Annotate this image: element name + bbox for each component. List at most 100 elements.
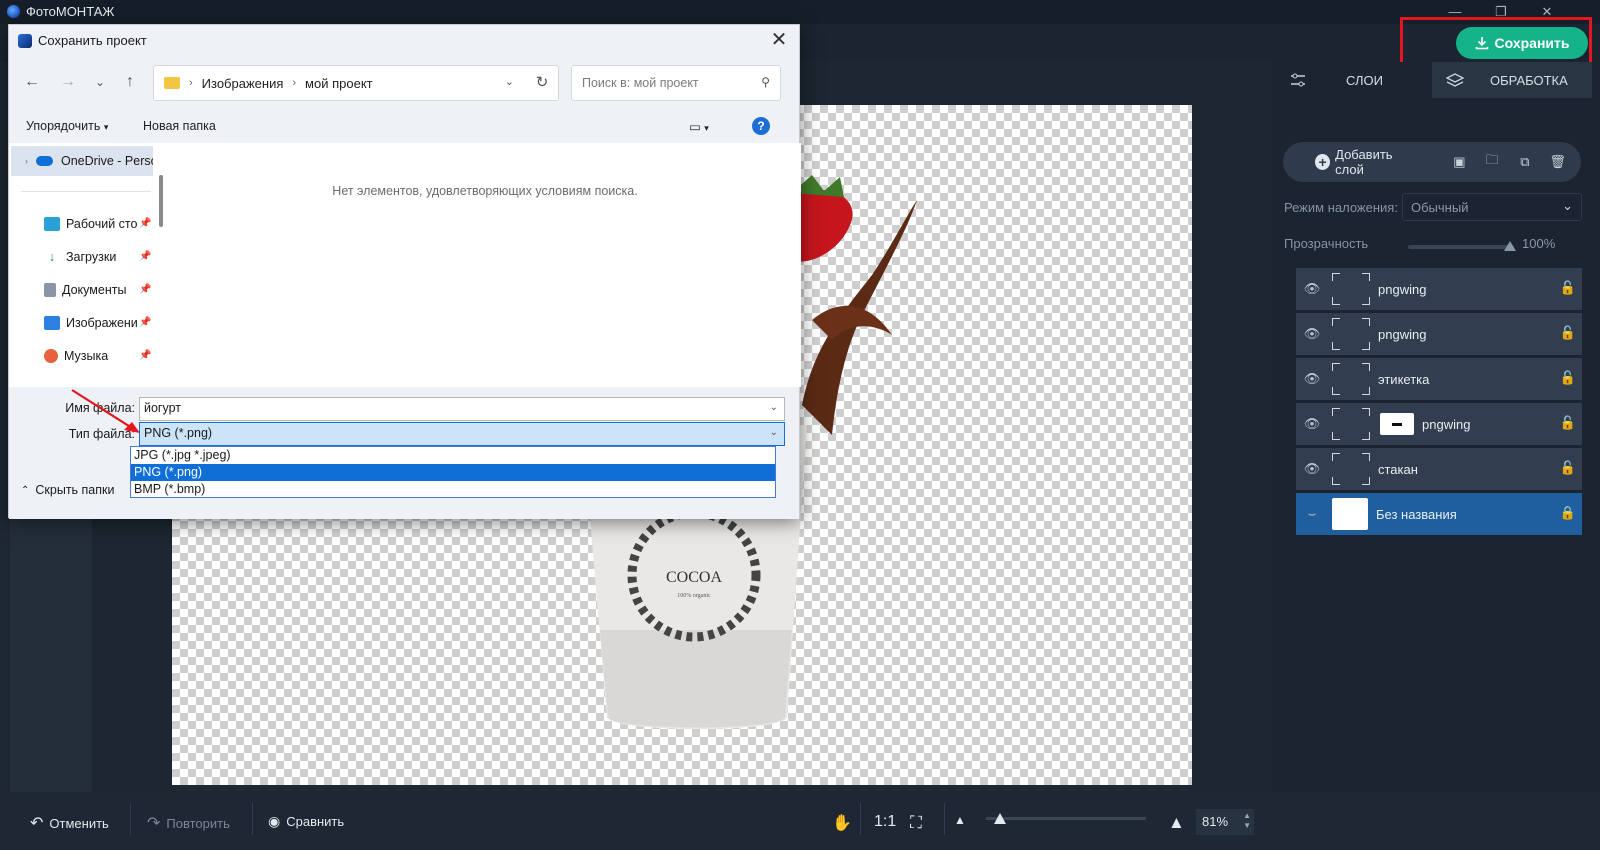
layer-row[interactable]: 👁 pngwing 🔓 (1296, 268, 1582, 310)
desktop-icon (44, 217, 60, 231)
layer-list: 👁 pngwing 🔓 👁 pngwing 🔓 👁 этикетка 🔓 👁 p… (1296, 268, 1582, 538)
unlock-icon[interactable]: 🔓 (1560, 280, 1576, 296)
undo-icon: ↶ (30, 815, 44, 832)
compare-button[interactable]: ◉ Сравнить (268, 813, 344, 830)
pin-icon[interactable]: 📌 (139, 284, 151, 295)
eye-icon[interactable]: 👁 (1296, 326, 1328, 342)
lock-icon[interactable]: 🔒 (1560, 505, 1576, 521)
duplicate-icon[interactable]: ⧉ (1514, 150, 1537, 174)
eye-closed-icon[interactable]: ⌣ (1296, 506, 1328, 522)
layer-row[interactable]: 👁 этикетка 🔓 (1296, 358, 1582, 400)
redo-button[interactable]: ↷ Повторить (147, 813, 230, 833)
eye-icon[interactable]: 👁 (1296, 281, 1328, 297)
breadcrumb-item[interactable]: Изображения (202, 76, 284, 91)
filetype-option-selected[interactable]: PNG (*.png) (131, 464, 775, 481)
search-input[interactable]: Поиск в: мой проект ⚲ (571, 65, 781, 101)
divider (130, 803, 131, 835)
refresh-icon[interactable]: ↻ (532, 73, 552, 93)
filename-input[interactable]: йогурт ⌄ (139, 397, 785, 421)
help-icon[interactable]: ? (752, 117, 770, 135)
trash-icon[interactable]: 🗑 (1546, 150, 1569, 174)
zoom-slider-thumb[interactable] (994, 813, 1006, 824)
nav-item-pictures[interactable]: Изображени (44, 312, 154, 334)
tab-processing[interactable]: ОБРАБОТКА (1432, 62, 1592, 98)
recent-chevron-icon[interactable]: ⌄ (89, 71, 111, 93)
pin-icon[interactable]: 📌 (139, 317, 151, 328)
filetype-option[interactable]: JPG (*.jpg *.jpeg) (131, 447, 775, 464)
plus-circle-icon: + (1315, 154, 1331, 170)
chevron-up-icon: ⌃ (21, 484, 30, 496)
layer-name: этикетка (1378, 371, 1430, 387)
zoom-out-mountain-icon[interactable]: ▲ (954, 813, 966, 827)
nav-item-label: Рабочий сто (66, 217, 138, 231)
pin-icon[interactable]: 📌 (139, 350, 151, 361)
pin-icon[interactable]: 📌 (139, 251, 151, 262)
pin-icon[interactable]: 📌 (139, 218, 151, 229)
nav-item-documents[interactable]: Документы (44, 279, 154, 301)
nav-item-label: OneDrive - Perso (61, 154, 153, 168)
layer-row[interactable]: 👁 pngwing 🔓 (1296, 313, 1582, 355)
zoom-value[interactable]: 81% ▲ ▼ (1196, 809, 1254, 835)
organize-menu[interactable]: Упорядочить ▾ (26, 119, 108, 133)
open-folder-icon[interactable]: 🗀 (1481, 150, 1504, 174)
filetype-option[interactable]: BMP (*.bmp) (131, 481, 775, 498)
nav-scrollbar[interactable] (159, 175, 163, 227)
tab-layers[interactable]: СЛОИ (1276, 62, 1426, 98)
filetype-select[interactable]: PNG (*.png) ⌄ (139, 422, 785, 446)
layer-row[interactable]: 👁 pngwing 🔓 (1296, 403, 1582, 445)
opacity-slider[interactable] (1408, 245, 1513, 249)
spinner-icon[interactable]: ▲ ▼ (1243, 811, 1251, 831)
layer-thumbnail (1332, 318, 1370, 350)
address-dropdown-icon[interactable]: ⌄ (505, 75, 514, 88)
annotation-arrow (71, 389, 140, 433)
unlock-icon[interactable]: 🔓 (1560, 370, 1576, 386)
new-folder-button[interactable]: Новая папка (143, 119, 216, 133)
nav-item-label: Музыка (64, 349, 109, 363)
view-options-icon[interactable]: ▭ ▾ (689, 119, 709, 134)
eye-icon[interactable]: 👁 (1296, 416, 1328, 432)
eye-icon[interactable]: 👁 (1296, 461, 1328, 477)
zoom-in-mountain-icon[interactable]: ▲ (1168, 813, 1185, 833)
actual-size-button[interactable]: 1:1 (874, 813, 896, 831)
chevron-down-icon[interactable]: ⌄ (770, 402, 778, 413)
nav-item-onedrive[interactable]: › OneDrive - Perso (11, 146, 153, 176)
dialog-title: Сохранить проект (38, 33, 147, 48)
expand-chevron-icon[interactable]: › (25, 156, 28, 166)
layer-mask-thumbnail (1380, 413, 1414, 435)
tab-processing-label: ОБРАБОТКА (1490, 72, 1568, 88)
chevron-down-icon[interactable]: ⌄ (770, 427, 778, 438)
layer-row-selected[interactable]: ⌣ Без названия 🔒 (1296, 493, 1582, 535)
eye-icon[interactable]: 👁 (1296, 371, 1328, 387)
add-layer-button[interactable]: + Добавить слой (1315, 147, 1420, 177)
divider (860, 803, 861, 835)
back-arrow-icon[interactable]: ← (21, 71, 43, 93)
nav-item-downloads[interactable]: ↓ Загрузки (44, 246, 154, 268)
add-image-icon[interactable]: ▣ (1448, 150, 1471, 174)
blend-mode-select[interactable]: Обычный ⌄ (1402, 193, 1582, 221)
tab-layers-label: СЛОИ (1346, 72, 1383, 88)
file-list-area[interactable]: Нет элементов, удовлетворяющих условиям … (169, 143, 801, 387)
unlock-icon[interactable]: 🔓 (1560, 325, 1576, 341)
hide-folders-label: Скрыть папки (35, 483, 115, 497)
up-arrow-icon[interactable]: ↑ (119, 71, 141, 93)
nav-item-desktop[interactable]: Рабочий сто (44, 213, 154, 235)
folder-icon (164, 77, 180, 89)
address-bar[interactable]: › Изображения › мой проект ⌄ ↻ (153, 65, 559, 101)
panel-tabs: СЛОИ ОБРАБОТКА (1276, 62, 1592, 98)
filetype-dropdown: JPG (*.jpg *.jpeg) PNG (*.png) BMP (*.bm… (130, 446, 776, 498)
fit-screen-icon[interactable]: ⛶ (910, 813, 922, 833)
layer-thumbnail (1332, 363, 1370, 395)
hide-folders-button[interactable]: ⌃ Скрыть папки (21, 483, 114, 497)
breadcrumb-item[interactable]: мой проект (305, 76, 373, 91)
zoom-slider[interactable] (986, 817, 1146, 820)
hand-tool-icon[interactable]: ✋ (832, 813, 852, 833)
unlock-icon[interactable]: 🔓 (1560, 460, 1576, 476)
unlock-icon[interactable]: 🔓 (1560, 415, 1576, 431)
opacity-slider-thumb[interactable] (1504, 241, 1516, 251)
layer-row[interactable]: 👁 стакан 🔓 (1296, 448, 1582, 490)
dialog-close-icon[interactable]: ✕ (767, 29, 791, 53)
opacity-value[interactable]: 100% (1522, 236, 1555, 251)
undo-button[interactable]: ↶ Отменить (30, 813, 109, 833)
nav-item-music[interactable]: Музыка (44, 345, 154, 367)
forward-arrow-icon[interactable]: → (57, 71, 79, 93)
